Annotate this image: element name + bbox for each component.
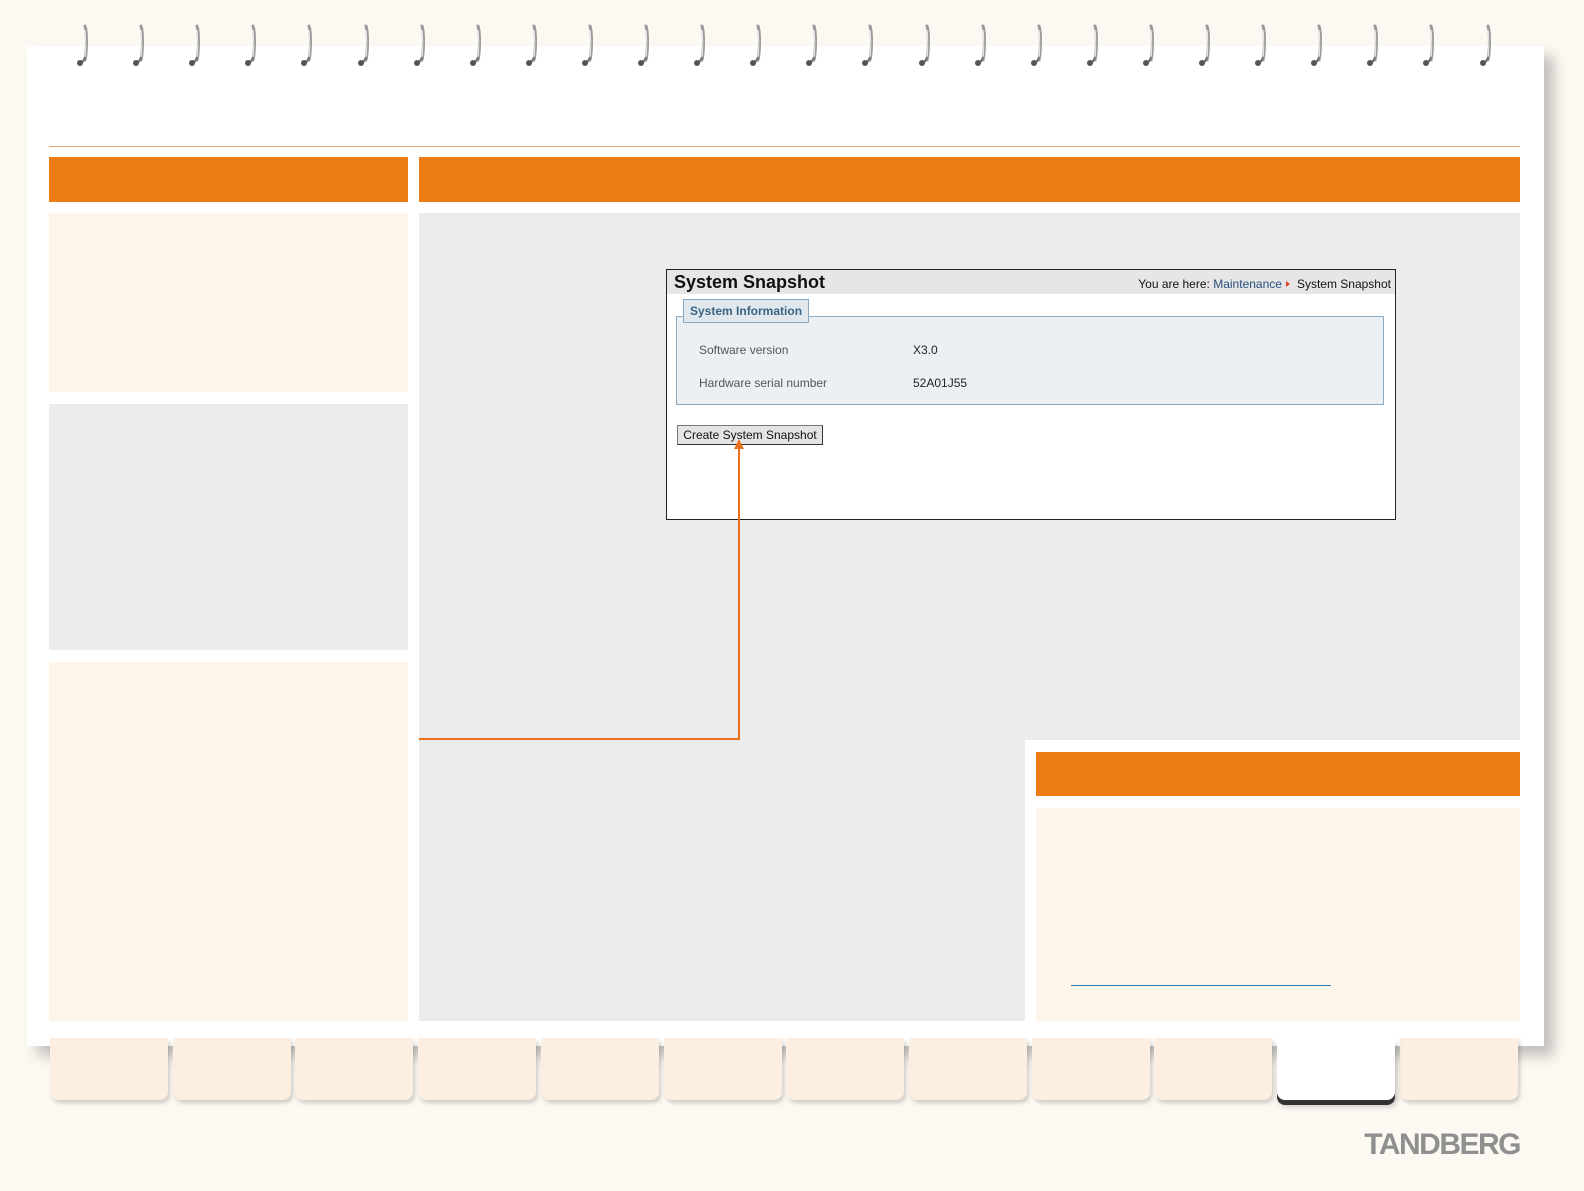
breadcrumb-arrow-icon (1285, 281, 1290, 288)
info-box-header-bar (1036, 752, 1520, 796)
callout-line-horizontal (419, 738, 740, 740)
spiral-ring-icon (357, 24, 373, 68)
spiral-ring-icon (469, 24, 485, 68)
system-information-fieldset: Software version X3.0 Hardware serial nu… (676, 316, 1384, 405)
window-header: System Snapshot You are here: Maintenanc… (667, 270, 1395, 294)
info-box-panel (1036, 808, 1520, 1021)
chapter-tab[interactable] (663, 1038, 782, 1100)
spiral-ring-icon (244, 24, 260, 68)
spiral-ring-icon (1422, 24, 1438, 68)
main-column-header-bar (419, 157, 1520, 202)
hardware-serial-value: 52A01J55 (913, 376, 968, 390)
chapter-tab-active[interactable] (1277, 1038, 1395, 1100)
callout-line-vertical (738, 448, 740, 740)
chapter-tab[interactable] (418, 1038, 537, 1100)
info-box-link-underline[interactable] (1071, 985, 1331, 986)
spiral-ring-icon (861, 24, 877, 68)
chapter-tab[interactable] (540, 1038, 659, 1100)
breadcrumb: You are here: Maintenance System Snapshot (1138, 277, 1391, 291)
spiral-ring-icon (1086, 24, 1102, 68)
spiral-ring-icon (1142, 24, 1158, 68)
breadcrumb-link-maintenance[interactable]: Maintenance (1213, 277, 1282, 291)
spiral-ring-icon (1254, 24, 1270, 68)
spiral-ring-icon (637, 24, 653, 68)
chapter-tab[interactable] (295, 1038, 414, 1100)
spiral-ring-icon (1198, 24, 1214, 68)
spiral-ring-icon (76, 24, 92, 68)
create-system-snapshot-button[interactable]: Create System Snapshot (677, 425, 823, 445)
chapter-tab[interactable] (1154, 1038, 1273, 1100)
spiral-ring-icon (581, 24, 597, 68)
hardware-serial-label: Hardware serial number (699, 376, 828, 390)
left-panel-bottom (49, 662, 408, 1021)
tandberg-logo: TANDBERG (1364, 1128, 1521, 1161)
breadcrumb-current: System Snapshot (1296, 277, 1391, 291)
spiral-ring-icon (1030, 24, 1046, 68)
spiral-ring-icon (188, 24, 204, 68)
callout-arrow-icon (734, 439, 744, 449)
spiral-ring-icon (974, 24, 990, 68)
chapter-tab[interactable] (1399, 1038, 1518, 1100)
system-snapshot-screenshot: System Snapshot You are here: Maintenanc… (666, 269, 1396, 520)
left-panel-middle (49, 404, 408, 650)
spiral-ring-icon (1479, 24, 1495, 68)
spiral-ring-icon (413, 24, 429, 68)
chapter-tab[interactable] (1031, 1038, 1150, 1100)
chapter-tab[interactable] (908, 1038, 1027, 1100)
spiral-ring-icon (1310, 24, 1326, 68)
software-version-value: X3.0 (913, 343, 938, 357)
spiral-ring-icon (805, 24, 821, 68)
left-panel-top (49, 213, 408, 392)
chapter-tab[interactable] (172, 1038, 291, 1100)
spiral-ring-icon (1366, 24, 1382, 68)
spiral-ring-icon (300, 24, 316, 68)
chapter-tab[interactable] (786, 1038, 905, 1100)
software-version-label: Software version (699, 343, 789, 357)
header-divider (49, 146, 1520, 147)
spiral-ring-icon (525, 24, 541, 68)
spiral-ring-icon (749, 24, 765, 68)
page-title: System Snapshot (674, 272, 826, 292)
spiral-ring-icon (693, 24, 709, 68)
main-panel-lower (419, 740, 1025, 1021)
left-column-header-bar (49, 157, 408, 202)
spiral-ring-icon (132, 24, 148, 68)
breadcrumb-prefix: You are here: (1138, 277, 1210, 291)
chapter-tab[interactable] (50, 1038, 168, 1100)
spiral-ring-icon (918, 24, 934, 68)
system-information-legend: System Information (683, 299, 810, 323)
